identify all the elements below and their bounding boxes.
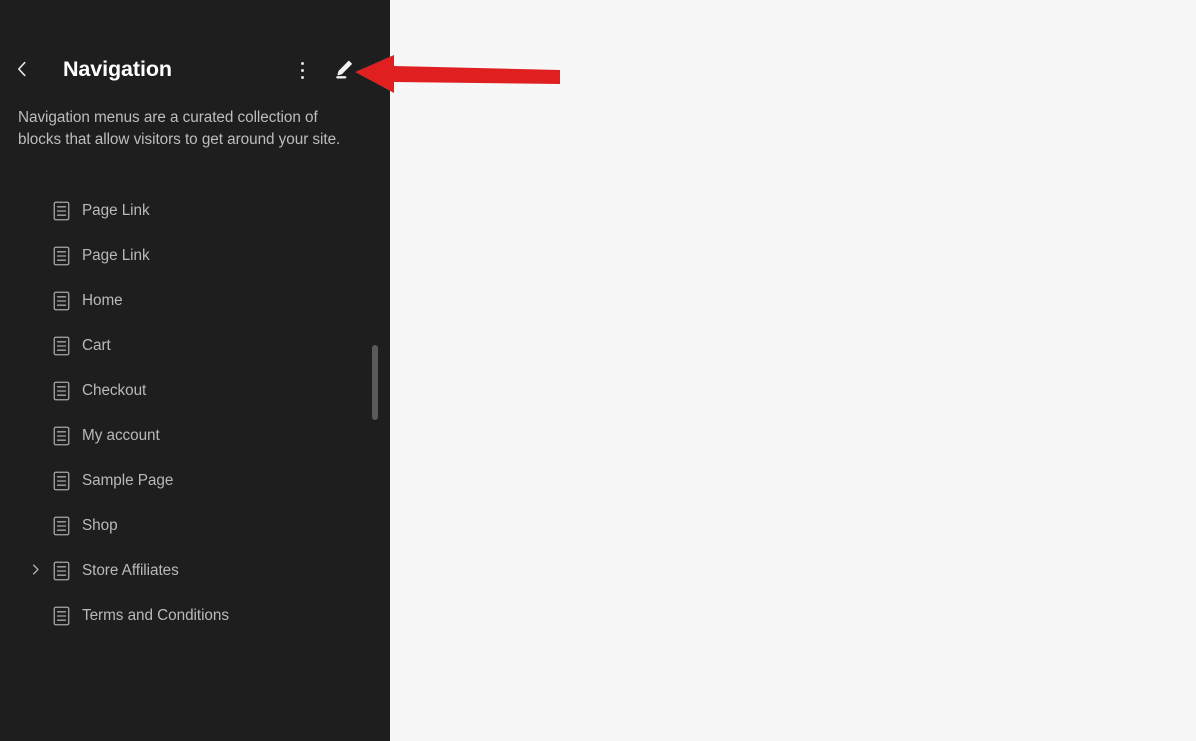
page-document-icon (53, 246, 70, 265)
list-item[interactable]: Sample Page (0, 458, 390, 503)
navigation-block-list[interactable]: Page Link Page Link Home Cart Checkout My acc… (0, 188, 390, 741)
navigation-sidebar-panel: Navigation Navigation menus are a curate… (0, 0, 390, 741)
page-document-icon (53, 201, 70, 220)
list-item[interactable]: Home (0, 278, 390, 323)
list-item-label: Sample Page (82, 471, 174, 489)
list-item-label: Page Link (82, 201, 150, 219)
panel-description: Navigation menus are a curated collectio… (18, 109, 341, 148)
panel-header: Navigation (0, 48, 390, 92)
list-item[interactable]: Shop (0, 503, 390, 548)
chevron-left-icon (11, 58, 33, 83)
page-document-icon (53, 426, 70, 445)
list-item-label: My account (82, 426, 160, 444)
edit-button[interactable] (324, 50, 364, 90)
page-document-icon (53, 381, 70, 400)
list-item[interactable]: Cart (0, 323, 390, 368)
page-document-icon (53, 606, 70, 625)
list-item[interactable]: Page Link (0, 233, 390, 278)
back-button[interactable] (2, 50, 42, 90)
list-item-label: Store Affiliates (82, 561, 179, 579)
list-item-label: Terms and Conditions (82, 606, 229, 624)
page-document-icon (53, 516, 70, 535)
list-item[interactable]: Page Link (0, 188, 390, 233)
page-document-icon (53, 561, 70, 580)
more-options-button[interactable] (284, 50, 320, 90)
list-item-label: Home (82, 291, 123, 309)
page-title: Navigation (63, 57, 172, 82)
page-document-icon (53, 471, 70, 490)
list-item-label: Checkout (82, 381, 147, 399)
list-item-label: Page Link (82, 246, 150, 264)
chevron-right-icon (28, 562, 43, 580)
list-item[interactable]: Store Affiliates (0, 548, 390, 593)
list-item[interactable]: My account (0, 413, 390, 458)
list-item-expander-slot (24, 548, 46, 593)
page-document-icon (53, 291, 70, 310)
kebab-menu-icon (300, 61, 304, 79)
list-item[interactable]: Checkout (0, 368, 390, 413)
pencil-icon (332, 57, 356, 84)
main-content-canvas (390, 0, 1196, 741)
list-scrollbar-thumb[interactable] (372, 345, 378, 420)
list-item[interactable]: Terms and Conditions (0, 593, 390, 638)
list-item-label: Shop (82, 516, 118, 534)
list-item-label: Cart (82, 336, 111, 354)
expand-toggle-button[interactable] (24, 559, 46, 583)
page-document-icon (53, 336, 70, 355)
